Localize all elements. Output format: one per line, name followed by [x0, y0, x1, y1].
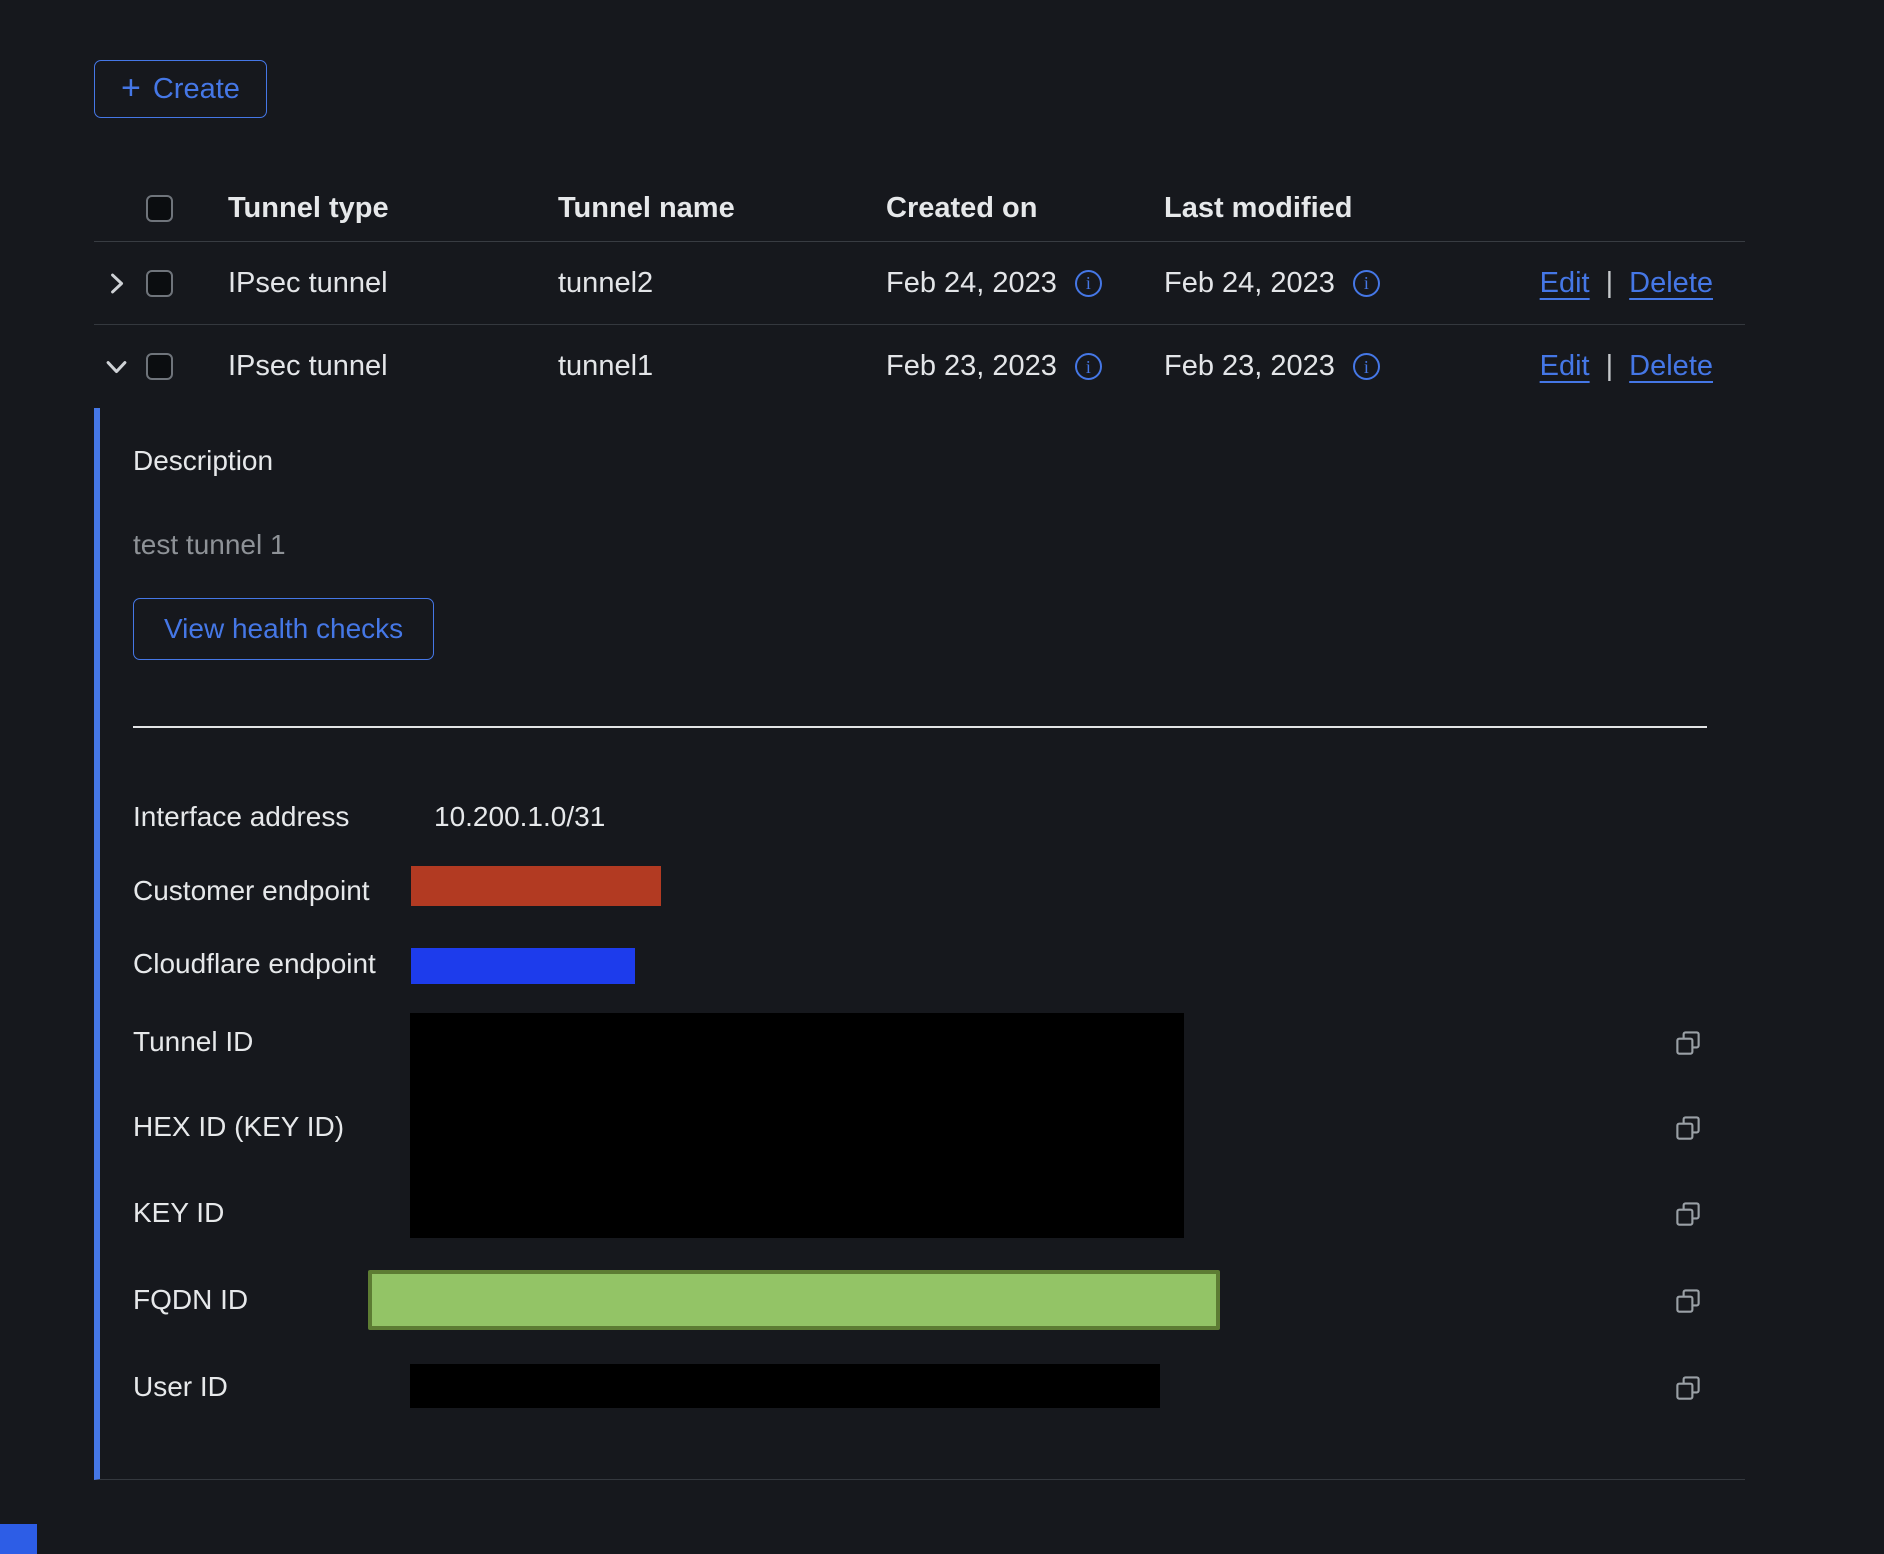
- info-glyph: i: [1364, 358, 1369, 376]
- ipsec-tunnels-page: + Create Tunnel type Tunnel name Created…: [94, 60, 1745, 1480]
- cloudflare-endpoint-redacted-value: [411, 948, 635, 984]
- description-value: test tunnel 1: [133, 529, 286, 561]
- interface-address-label: Interface address: [133, 801, 349, 833]
- table-row-tunnel1: IPsec tunnel tunnel1 Feb 23, 2023 i Feb …: [94, 325, 1745, 408]
- tunnel-type-cell: IPsec tunnel: [228, 267, 558, 300]
- info-glyph: i: [1086, 358, 1091, 376]
- copy-fqdn-id-icon[interactable]: [1672, 1285, 1704, 1317]
- row-checkbox[interactable]: [146, 270, 173, 297]
- description-label: Description: [133, 445, 273, 477]
- info-icon[interactable]: i: [1353, 353, 1380, 380]
- tunnel-hex-key-id-redacted-values: [410, 1013, 1184, 1238]
- tunnel-name-cell: tunnel1: [558, 350, 886, 383]
- tunnels-table: Tunnel type Tunnel name Created on Last …: [94, 175, 1745, 1480]
- copy-key-id-icon[interactable]: [1672, 1198, 1704, 1230]
- edit-link[interactable]: Edit: [1540, 350, 1590, 383]
- tunnel-type-cell: IPsec tunnel: [228, 350, 558, 383]
- delete-link[interactable]: Delete: [1629, 350, 1713, 383]
- create-button[interactable]: + Create: [94, 60, 267, 118]
- interface-address-value: 10.200.1.0/31: [434, 801, 605, 833]
- bottom-blue-strip: [0, 1524, 37, 1554]
- fqdn-id-redacted-value: [368, 1270, 1220, 1330]
- info-icon[interactable]: i: [1075, 353, 1102, 380]
- tunnel-details-panel: Description test tunnel 1 View health ch…: [94, 408, 1745, 1480]
- table-row-tunnel2: IPsec tunnel tunnel2 Feb 24, 2023 i Feb …: [94, 242, 1745, 325]
- delete-link[interactable]: Delete: [1629, 267, 1713, 300]
- action-separator: |: [1606, 350, 1614, 383]
- copy-user-id-icon[interactable]: [1672, 1372, 1704, 1404]
- table-header-row: Tunnel type Tunnel name Created on Last …: [94, 175, 1745, 242]
- header-tunnel-type: Tunnel type: [228, 192, 558, 225]
- user-id-label: User ID: [133, 1371, 228, 1403]
- plus-icon: +: [121, 71, 141, 105]
- user-id-redacted-value: [410, 1364, 1160, 1408]
- chevron-down-icon[interactable]: [100, 351, 132, 383]
- key-id-label: KEY ID: [133, 1197, 224, 1229]
- select-all-checkbox[interactable]: [146, 195, 173, 222]
- copy-hex-id-icon[interactable]: [1672, 1112, 1704, 1144]
- created-on-value: Feb 24, 2023: [886, 267, 1057, 300]
- header-tunnel-name: Tunnel name: [558, 192, 886, 225]
- create-button-label: Create: [153, 73, 240, 106]
- chevron-right-icon[interactable]: [100, 267, 132, 299]
- action-separator: |: [1606, 267, 1614, 300]
- tunnel-id-label: Tunnel ID: [133, 1026, 253, 1058]
- section-divider: [133, 726, 1707, 728]
- tunnel-name-cell: tunnel2: [558, 267, 886, 300]
- info-glyph: i: [1086, 274, 1091, 292]
- copy-tunnel-id-icon[interactable]: [1672, 1027, 1704, 1059]
- customer-endpoint-redacted-value: [411, 866, 661, 906]
- row-checkbox[interactable]: [146, 353, 173, 380]
- created-on-value: Feb 23, 2023: [886, 350, 1057, 383]
- last-modified-value: Feb 24, 2023: [1164, 267, 1335, 300]
- cloudflare-endpoint-label: Cloudflare endpoint: [133, 948, 376, 980]
- header-created-on: Created on: [886, 192, 1164, 225]
- fqdn-id-label: FQDN ID: [133, 1284, 248, 1316]
- last-modified-value: Feb 23, 2023: [1164, 350, 1335, 383]
- view-health-checks-button[interactable]: View health checks: [133, 598, 434, 660]
- info-icon[interactable]: i: [1075, 270, 1102, 297]
- info-glyph: i: [1364, 274, 1369, 292]
- header-last-modified: Last modified: [1164, 192, 1454, 225]
- customer-endpoint-label: Customer endpoint: [133, 875, 370, 907]
- info-icon[interactable]: i: [1353, 270, 1380, 297]
- edit-link[interactable]: Edit: [1540, 267, 1590, 300]
- hex-id-label: HEX ID (KEY ID): [133, 1111, 344, 1143]
